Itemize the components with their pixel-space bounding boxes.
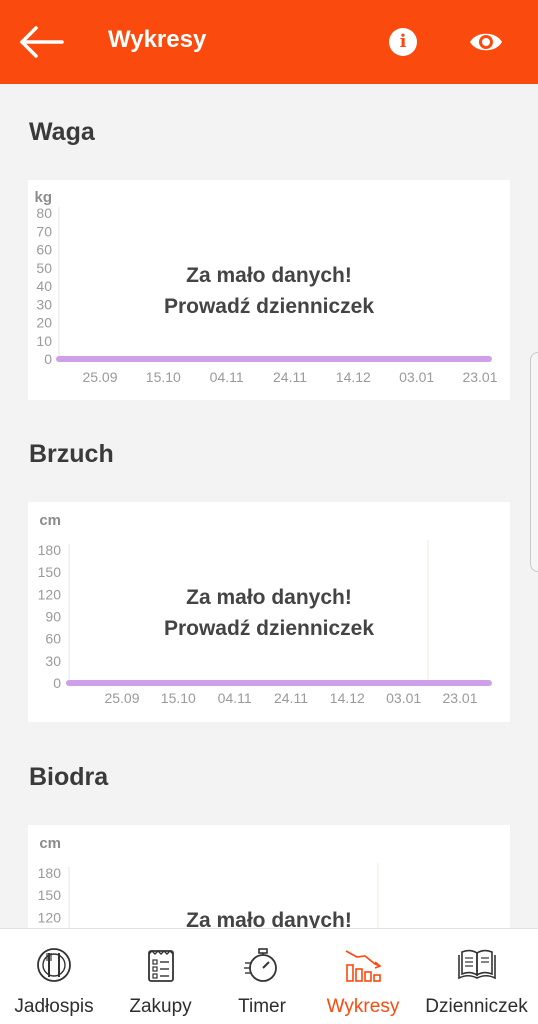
back-arrow-icon[interactable]	[18, 24, 66, 60]
nav-item-timer[interactable]: Timer	[213, 929, 311, 1024]
empty-message-line1: Za mało danych!	[186, 586, 352, 609]
nav-label: Wykresy	[326, 996, 400, 1017]
chart-bars-icon	[343, 945, 383, 985]
chart-title-biodra: Biodra	[29, 763, 109, 791]
x-tick-label: 23.01	[442, 690, 477, 706]
charts-list[interactable]: Waga kg 80 70 60 50 40 30 20 10 0 25.09 15.10 04.11 2…	[0, 84, 538, 928]
x-tick-label: 15.10	[161, 690, 196, 706]
x-tick-label: 04.11	[218, 690, 252, 706]
scroll-handle[interactable]	[530, 352, 538, 572]
nav-item-wykresy[interactable]: Wykresy	[311, 929, 415, 1024]
empty-message-line2: Prowadź dzienniczek	[163, 617, 375, 640]
y-axis-unit-label: cm	[39, 512, 61, 529]
nav-item-dzienniczek[interactable]: Dzienniczek	[415, 929, 538, 1024]
nav-label: Dzienniczek	[425, 996, 528, 1017]
chart-title-brzuch: Brzuch	[29, 440, 114, 468]
shopping-list-icon	[141, 945, 181, 985]
journal-book-icon	[457, 945, 497, 985]
x-tick-label: 25.09	[104, 690, 139, 706]
nav-item-zakupy[interactable]: Zakupy	[108, 929, 213, 1024]
y-axis-unit-label: cm	[39, 835, 61, 852]
x-tick-label: 14.12	[336, 369, 371, 385]
stopwatch-icon	[242, 945, 282, 985]
nav-label: Jadłospis	[14, 996, 94, 1017]
empty-message-line1: Za mało danych!	[186, 909, 352, 928]
nav-label: Timer	[238, 996, 286, 1017]
x-tick-label: 24.11	[273, 369, 307, 385]
x-tick-label: 24.11	[274, 690, 308, 706]
nav-label: Zakupy	[129, 996, 192, 1017]
bottom-nav: Jadłospis Zakupy Timer Wykresy Dziennicz…	[0, 928, 538, 1024]
x-tick-label: 04.11	[210, 369, 244, 385]
eye-icon[interactable]	[468, 28, 504, 56]
x-tick-label: 23.01	[462, 369, 497, 385]
y-tick-label: 180	[38, 542, 62, 558]
y-tick-label: 180	[38, 865, 62, 881]
chart-card-brzuch: cm 180 150 120 90 60 30 0 25.09 15.10 04.11 24.11 14…	[28, 502, 510, 722]
empty-message-line1: Za mało danych!	[186, 264, 352, 287]
x-tick-label: 15.10	[146, 369, 181, 385]
y-tick-label: 30	[45, 653, 61, 669]
y-tick-label: 0	[44, 351, 52, 367]
nav-item-jadlospis[interactable]: Jadłospis	[0, 929, 108, 1024]
app-bar: Wykresy i	[0, 0, 538, 84]
empty-chart-message: Za mało danych! Prowadź dzienniczek	[28, 905, 510, 928]
plate-cutlery-icon	[34, 945, 74, 985]
y-tick-label: 70	[36, 223, 52, 239]
y-axis-unit-label: kg	[34, 189, 52, 206]
y-tick-label: 10	[36, 333, 52, 349]
y-tick-label: 80	[36, 205, 52, 221]
x-tick-label: 03.01	[386, 690, 421, 706]
chart-title-waga: Waga	[29, 118, 95, 146]
info-icon[interactable]: i	[389, 28, 417, 56]
y-tick-label: 60	[36, 242, 52, 258]
chart-card-biodra: cm180150120906030025.0915.1004.1124.1114…	[28, 825, 510, 928]
y-tick-label: 0	[53, 675, 61, 691]
x-tick-label: 14.12	[330, 690, 365, 706]
x-tick-label: 25.09	[82, 369, 117, 385]
empty-chart-message: Za mało danych! Prowadź dzienniczek	[28, 260, 510, 322]
chart-card-waga: kg 80 70 60 50 40 30 20 10 0 25.09 15.10 04.11 24.11 1…	[28, 180, 510, 400]
y-tick-label: 150	[38, 887, 62, 903]
y-tick-label: 150	[38, 564, 62, 580]
x-tick-label: 03.01	[399, 369, 434, 385]
empty-chart-message: Za mało danych! Prowadź dzienniczek	[28, 582, 510, 644]
page-title: Wykresy	[108, 26, 207, 53]
empty-message-line2: Prowadź dzienniczek	[163, 295, 375, 318]
